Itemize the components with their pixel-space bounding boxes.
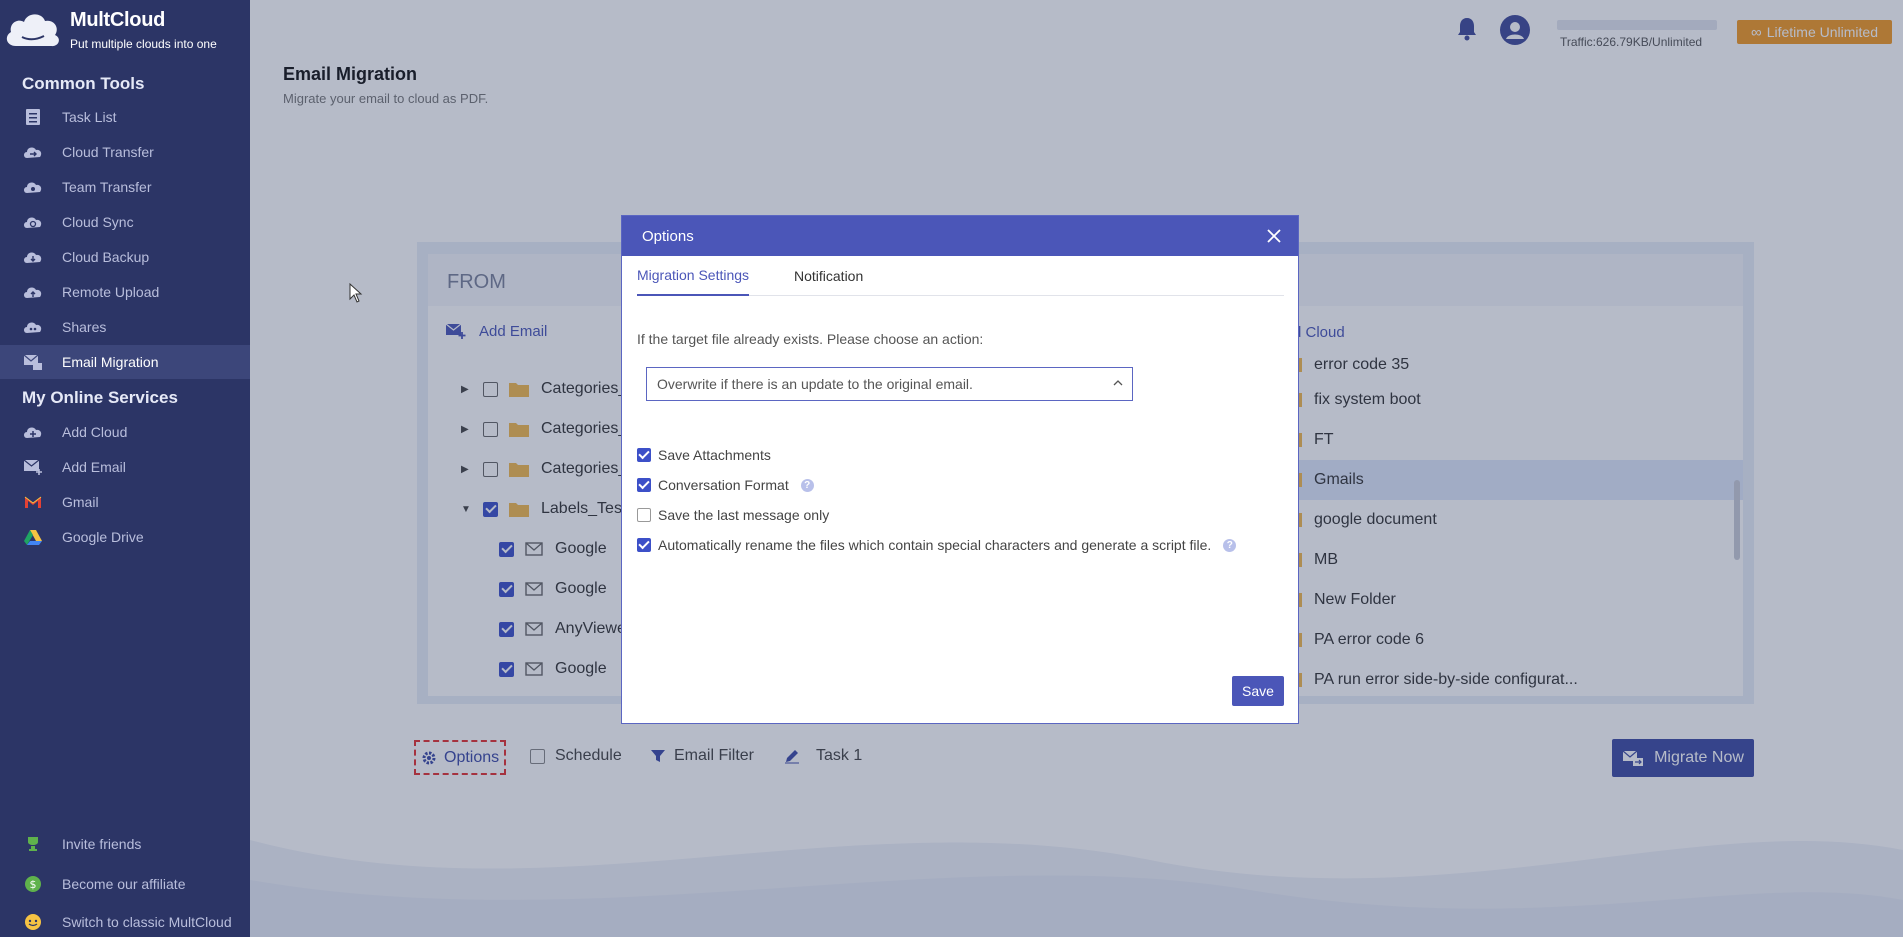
option-save-attachments[interactable]: Save Attachments: [637, 445, 771, 465]
sidebar-item-label: Invite friends: [62, 836, 142, 852]
sidebar-item-label: Become our affiliate: [62, 876, 186, 892]
team-transfer-icon: [22, 178, 44, 196]
trophy-icon: [22, 835, 44, 853]
conflict-prompt: If the target file already exists. Pleas…: [637, 331, 984, 347]
sidebar-item-label: Add Email: [62, 459, 126, 475]
brand-logo[interactable]: MultCloud Put multiple clouds into one: [0, 0, 250, 60]
task-list-icon: [22, 108, 44, 126]
sidebar-item-switch-classic[interactable]: Switch to classic MultCloud: [0, 905, 250, 937]
sidebar-item-label: Task List: [62, 109, 117, 125]
sidebar-item-cloud-sync[interactable]: Cloud Sync: [0, 205, 250, 239]
conversation-format-checkbox[interactable]: [637, 478, 651, 492]
option-label: Conversation Format: [658, 477, 789, 493]
sidebar-item-label: Email Migration: [62, 354, 159, 370]
add-email-icon: [22, 458, 44, 476]
conflict-action-select[interactable]: Overwrite if there is an update to the o…: [646, 367, 1133, 401]
option-label: Save the last message only: [658, 507, 830, 523]
auto-rename-checkbox[interactable]: [637, 538, 651, 552]
gmail-icon: [22, 493, 44, 511]
sidebar-item-add-cloud[interactable]: Add Cloud: [0, 415, 250, 449]
option-label: Automatically rename the files which con…: [658, 537, 1212, 553]
sidebar-item-add-email[interactable]: Add Email: [0, 450, 250, 484]
cloud-backup-icon: [22, 248, 44, 266]
sidebar-item-label: Cloud Transfer: [62, 144, 154, 160]
modal-title: Options: [642, 227, 694, 245]
cloud-transfer-icon: [22, 143, 44, 161]
option-label: Save Attachments: [658, 447, 771, 463]
email-migration-icon: [22, 353, 44, 371]
modal-tabs: Migration Settings Notification: [637, 256, 1284, 296]
sidebar-item-label: Add Cloud: [62, 424, 128, 440]
mouse-cursor-icon: [349, 283, 363, 303]
sidebar-item-gmail[interactable]: Gmail: [0, 485, 250, 519]
option-conversation-format[interactable]: Conversation Format ?: [637, 475, 814, 495]
sidebar-item-label: Team Transfer: [62, 179, 152, 195]
sidebar-item-affiliate[interactable]: $ Become our affiliate: [0, 867, 250, 901]
add-cloud-icon: [22, 423, 44, 441]
modal-header: Options: [622, 216, 1298, 256]
help-icon[interactable]: ?: [800, 478, 814, 492]
chevron-up-icon: [1113, 380, 1123, 386]
shares-icon: [22, 318, 44, 336]
sidebar-item-task-list[interactable]: Task List: [0, 100, 250, 134]
svg-text:$: $: [30, 878, 37, 891]
brand-tagline: Put multiple clouds into one: [70, 37, 217, 51]
multcloud-logo-icon: [6, 14, 59, 47]
sidebar-item-cloud-transfer[interactable]: Cloud Transfer: [0, 135, 250, 169]
sidebar-item-label: Shares: [62, 319, 107, 335]
sidebar-item-label: Google Drive: [62, 529, 144, 545]
brand-name: MultCloud: [70, 9, 166, 31]
classic-icon: [22, 913, 44, 931]
dollar-icon: $: [22, 875, 44, 893]
sidebar-item-google-drive[interactable]: Google Drive: [0, 520, 250, 554]
option-save-last-message[interactable]: Save the last message only: [637, 505, 829, 525]
online-services-title: My Online Services: [22, 388, 178, 407]
sidebar-item-remote-upload[interactable]: Remote Upload: [0, 275, 250, 309]
tab-notification[interactable]: Notification: [794, 256, 863, 296]
common-tools-title: Common Tools: [22, 74, 145, 93]
close-icon[interactable]: [1264, 226, 1284, 246]
sidebar: MultCloud Put multiple clouds into one C…: [0, 0, 250, 937]
sidebar-item-invite-friends[interactable]: Invite friends: [0, 827, 250, 861]
select-value: Overwrite if there is an update to the o…: [657, 376, 973, 392]
option-auto-rename[interactable]: Automatically rename the files which con…: [637, 535, 1237, 555]
sidebar-item-cloud-backup[interactable]: Cloud Backup: [0, 240, 250, 274]
save-attachments-checkbox[interactable]: [637, 448, 651, 462]
save-button[interactable]: Save: [1232, 676, 1284, 706]
sidebar-item-team-transfer[interactable]: Team Transfer: [0, 170, 250, 204]
tab-migration-settings[interactable]: Migration Settings: [637, 256, 750, 296]
google-drive-icon: [22, 528, 44, 546]
remote-upload-icon: [22, 283, 44, 301]
save-last-message-checkbox[interactable]: [637, 508, 651, 522]
cloud-sync-icon: [22, 213, 44, 231]
sidebar-item-label: Switch to classic MultCloud: [62, 914, 232, 930]
help-icon[interactable]: ?: [1223, 538, 1237, 552]
sidebar-item-email-migration[interactable]: Email Migration: [0, 345, 250, 379]
sidebar-item-label: Gmail: [62, 494, 99, 510]
sidebar-item-label: Remote Upload: [62, 284, 160, 300]
sidebar-item-shares[interactable]: Shares: [0, 310, 250, 344]
options-modal: Options Migration Settings Notification …: [621, 215, 1299, 724]
sidebar-item-label: Cloud Backup: [62, 249, 150, 265]
sidebar-item-label: Cloud Sync: [62, 214, 134, 230]
